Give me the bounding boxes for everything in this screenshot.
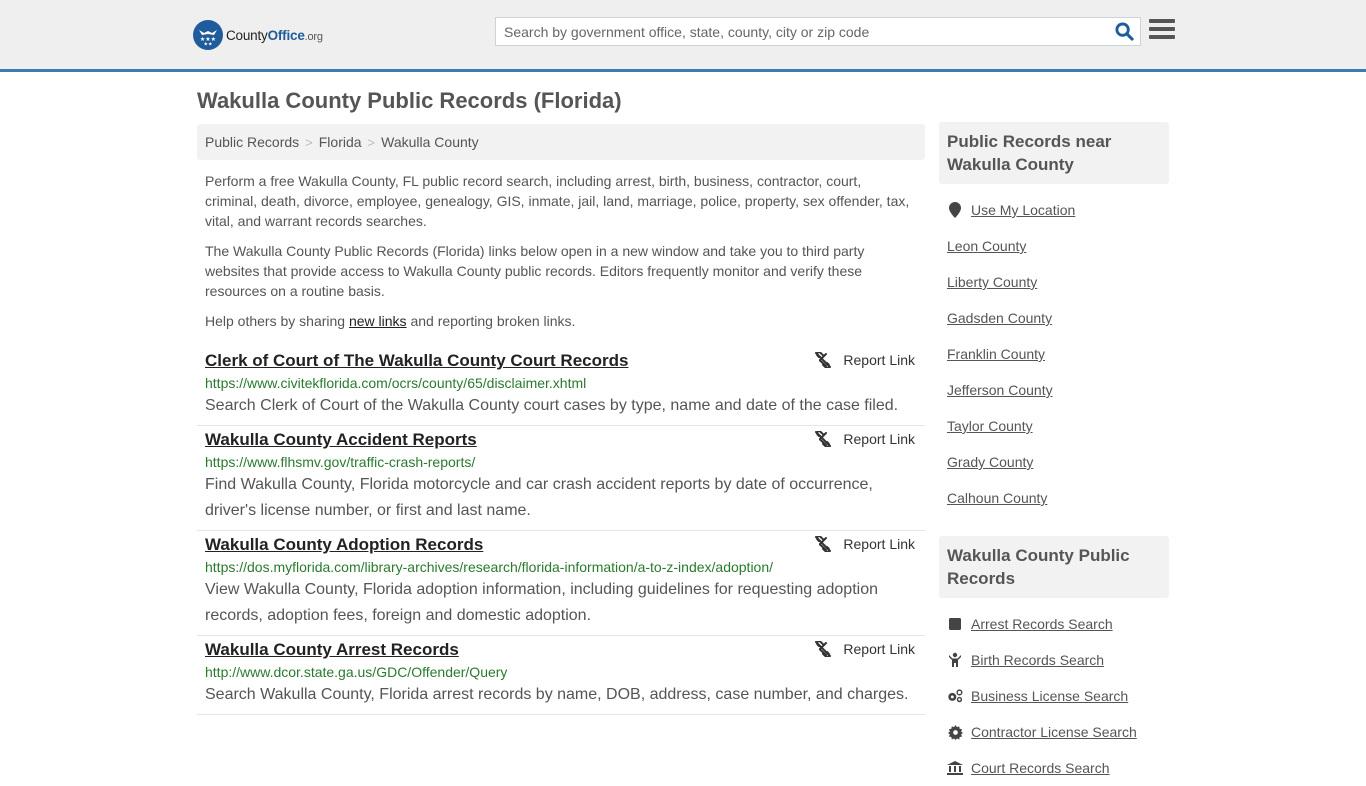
- top-header: ★★★ ★★ CountyOffice.org: [0, 0, 1366, 72]
- record-title-link[interactable]: Wakulla County Adoption Records: [205, 534, 483, 556]
- record-title-link[interactable]: Wakulla County Arrest Records: [205, 639, 459, 661]
- record-search-item[interactable]: Contractor License Search: [947, 714, 1161, 750]
- record-url[interactable]: http://www.dcor.state.ga.us/GDC/Offender…: [205, 662, 917, 682]
- record-search-item[interactable]: Court Records Search: [947, 750, 1161, 786]
- search-bar: [495, 17, 1141, 46]
- share-links-note: Help others by sharing new links and rep…: [205, 313, 576, 329]
- record-search-item[interactable]: Birth Records Search: [947, 642, 1161, 678]
- use-my-location[interactable]: Use My Location: [947, 192, 1161, 228]
- record-description: Search Wakulla County, Florida arrest re…: [205, 686, 909, 703]
- search-input[interactable]: [496, 18, 1108, 45]
- breadcrumb-separator: >: [367, 134, 376, 150]
- breadcrumb-public-records[interactable]: Public Records: [205, 134, 299, 150]
- breadcrumb-separator: >: [305, 134, 313, 150]
- broken-link-icon: [815, 536, 832, 552]
- nearby-county-item[interactable]: Taylor County: [947, 408, 1161, 444]
- record-title-link[interactable]: Wakulla County Accident Reports: [205, 429, 477, 451]
- hamburger-menu-icon[interactable]: [1149, 19, 1175, 43]
- page-title: Wakulla County Public Records (Florida): [197, 88, 622, 113]
- square-icon: [947, 617, 963, 631]
- nearby-county-link[interactable]: Gadsden County: [947, 310, 1052, 326]
- main-content: Public Records > Florida > Wakulla Count…: [197, 124, 925, 715]
- nearby-county-link[interactable]: Jefferson County: [947, 382, 1053, 398]
- nearby-county-link[interactable]: Grady County: [947, 454, 1033, 470]
- report-link-label: Report Link: [843, 641, 915, 657]
- county-public-records-heading: Wakulla County Public Records: [939, 536, 1169, 598]
- report-link-button[interactable]: Report Link: [815, 536, 915, 552]
- nearby-county-item[interactable]: Jefferson County: [947, 372, 1161, 408]
- use-my-location-link[interactable]: Use My Location: [971, 202, 1075, 218]
- report-link-label: Report Link: [843, 536, 915, 552]
- site-logo[interactable]: ★★★ ★★ CountyOffice.org: [193, 20, 323, 50]
- record-url[interactable]: https://www.civitekflorida.com/ocrs/coun…: [205, 373, 917, 393]
- nearby-records-heading: Public Records near Wakulla County: [939, 122, 1169, 184]
- report-link-label: Report Link: [843, 431, 915, 447]
- gear-icon: [947, 724, 963, 740]
- record-search-link[interactable]: Birth Records Search: [971, 652, 1104, 668]
- nearby-county-item[interactable]: Grady County: [947, 444, 1161, 480]
- nearby-county-item[interactable]: Gadsden County: [947, 300, 1161, 336]
- broken-link-icon: [815, 641, 832, 657]
- search-icon: [1114, 22, 1134, 41]
- nearby-county-link[interactable]: Calhoun County: [947, 490, 1047, 506]
- nearby-county-item[interactable]: Calhoun County: [947, 480, 1161, 516]
- logo-text: CountyOffice.org: [226, 27, 323, 43]
- nearby-counties-list: Use My Location Leon County Liberty Count…: [939, 192, 1169, 516]
- nearby-county-item[interactable]: Liberty County: [947, 264, 1161, 300]
- record-search-link[interactable]: Arrest Records Search: [971, 616, 1113, 632]
- nearby-county-item[interactable]: Franklin County: [947, 336, 1161, 372]
- search-button[interactable]: [1108, 18, 1140, 45]
- sidebar: Public Records near Wakulla County Use M…: [939, 122, 1169, 786]
- record-description: Search Clerk of Court of the Wakulla Cou…: [205, 397, 899, 414]
- broken-link-icon: [815, 352, 832, 368]
- nearby-county-link[interactable]: Franklin County: [947, 346, 1045, 362]
- report-link-button[interactable]: Report Link: [815, 352, 915, 368]
- record-search-link[interactable]: Contractor License Search: [971, 724, 1137, 740]
- report-link-button[interactable]: Report Link: [815, 641, 915, 657]
- record-search-item[interactable]: Arrest Records Search: [947, 606, 1161, 642]
- record-title-link[interactable]: Clerk of Court of The Wakulla County Cou…: [205, 350, 628, 372]
- record-description: View Wakulla County, Florida adoption in…: [205, 581, 878, 624]
- records-list: Clerk of Court of The Wakulla County Cou…: [197, 347, 925, 715]
- record-item: Wakulla County Adoption Records Report L…: [197, 531, 925, 636]
- intro: Perform a free Wakulla County, FL public…: [197, 171, 925, 331]
- nearby-county-link[interactable]: Liberty County: [947, 274, 1037, 290]
- record-search-link[interactable]: Business License Search: [971, 688, 1128, 704]
- courthouse-icon: [947, 761, 963, 775]
- record-url[interactable]: https://www.flhsmv.gov/traffic-crash-rep…: [205, 452, 917, 472]
- nearby-county-link[interactable]: Leon County: [947, 238, 1026, 254]
- record-item: Wakulla County Accident Reports Report L…: [197, 426, 925, 531]
- nearby-county-item[interactable]: Leon County: [947, 228, 1161, 264]
- map-marker-icon: [947, 202, 963, 218]
- breadcrumb: Public Records > Florida > Wakulla Count…: [197, 124, 925, 160]
- breadcrumb-wakulla-county[interactable]: Wakulla County: [381, 134, 479, 150]
- report-link-button[interactable]: Report Link: [815, 431, 915, 447]
- record-searches-list: Arrest Records Search Birth Records Searc…: [939, 606, 1169, 786]
- intro-paragraph: The Wakulla County Public Records (Flori…: [205, 243, 865, 299]
- breadcrumb-florida[interactable]: Florida: [319, 134, 362, 150]
- record-description: Find Wakulla County, Florida motorcycle …: [205, 476, 873, 519]
- gears-icon: [947, 688, 963, 704]
- nearby-county-link[interactable]: Taylor County: [947, 418, 1033, 434]
- record-search-item[interactable]: Business License Search: [947, 678, 1161, 714]
- record-url[interactable]: https://dos.myflorida.com/library-archiv…: [205, 557, 917, 577]
- eagle-stars-icon: ★★★ ★★: [193, 20, 223, 50]
- report-link-label: Report Link: [843, 352, 915, 368]
- svg-text:★★: ★★: [204, 42, 213, 47]
- intro-paragraph: Perform a free Wakulla County, FL public…: [205, 173, 910, 229]
- record-item: Wakulla County Arrest Records Report Lin…: [197, 636, 925, 715]
- broken-link-icon: [815, 431, 832, 447]
- record-search-link[interactable]: Court Records Search: [971, 760, 1110, 776]
- child-icon: [947, 652, 963, 668]
- new-links-link[interactable]: new links: [349, 313, 407, 329]
- record-item: Clerk of Court of The Wakulla County Cou…: [197, 347, 925, 426]
